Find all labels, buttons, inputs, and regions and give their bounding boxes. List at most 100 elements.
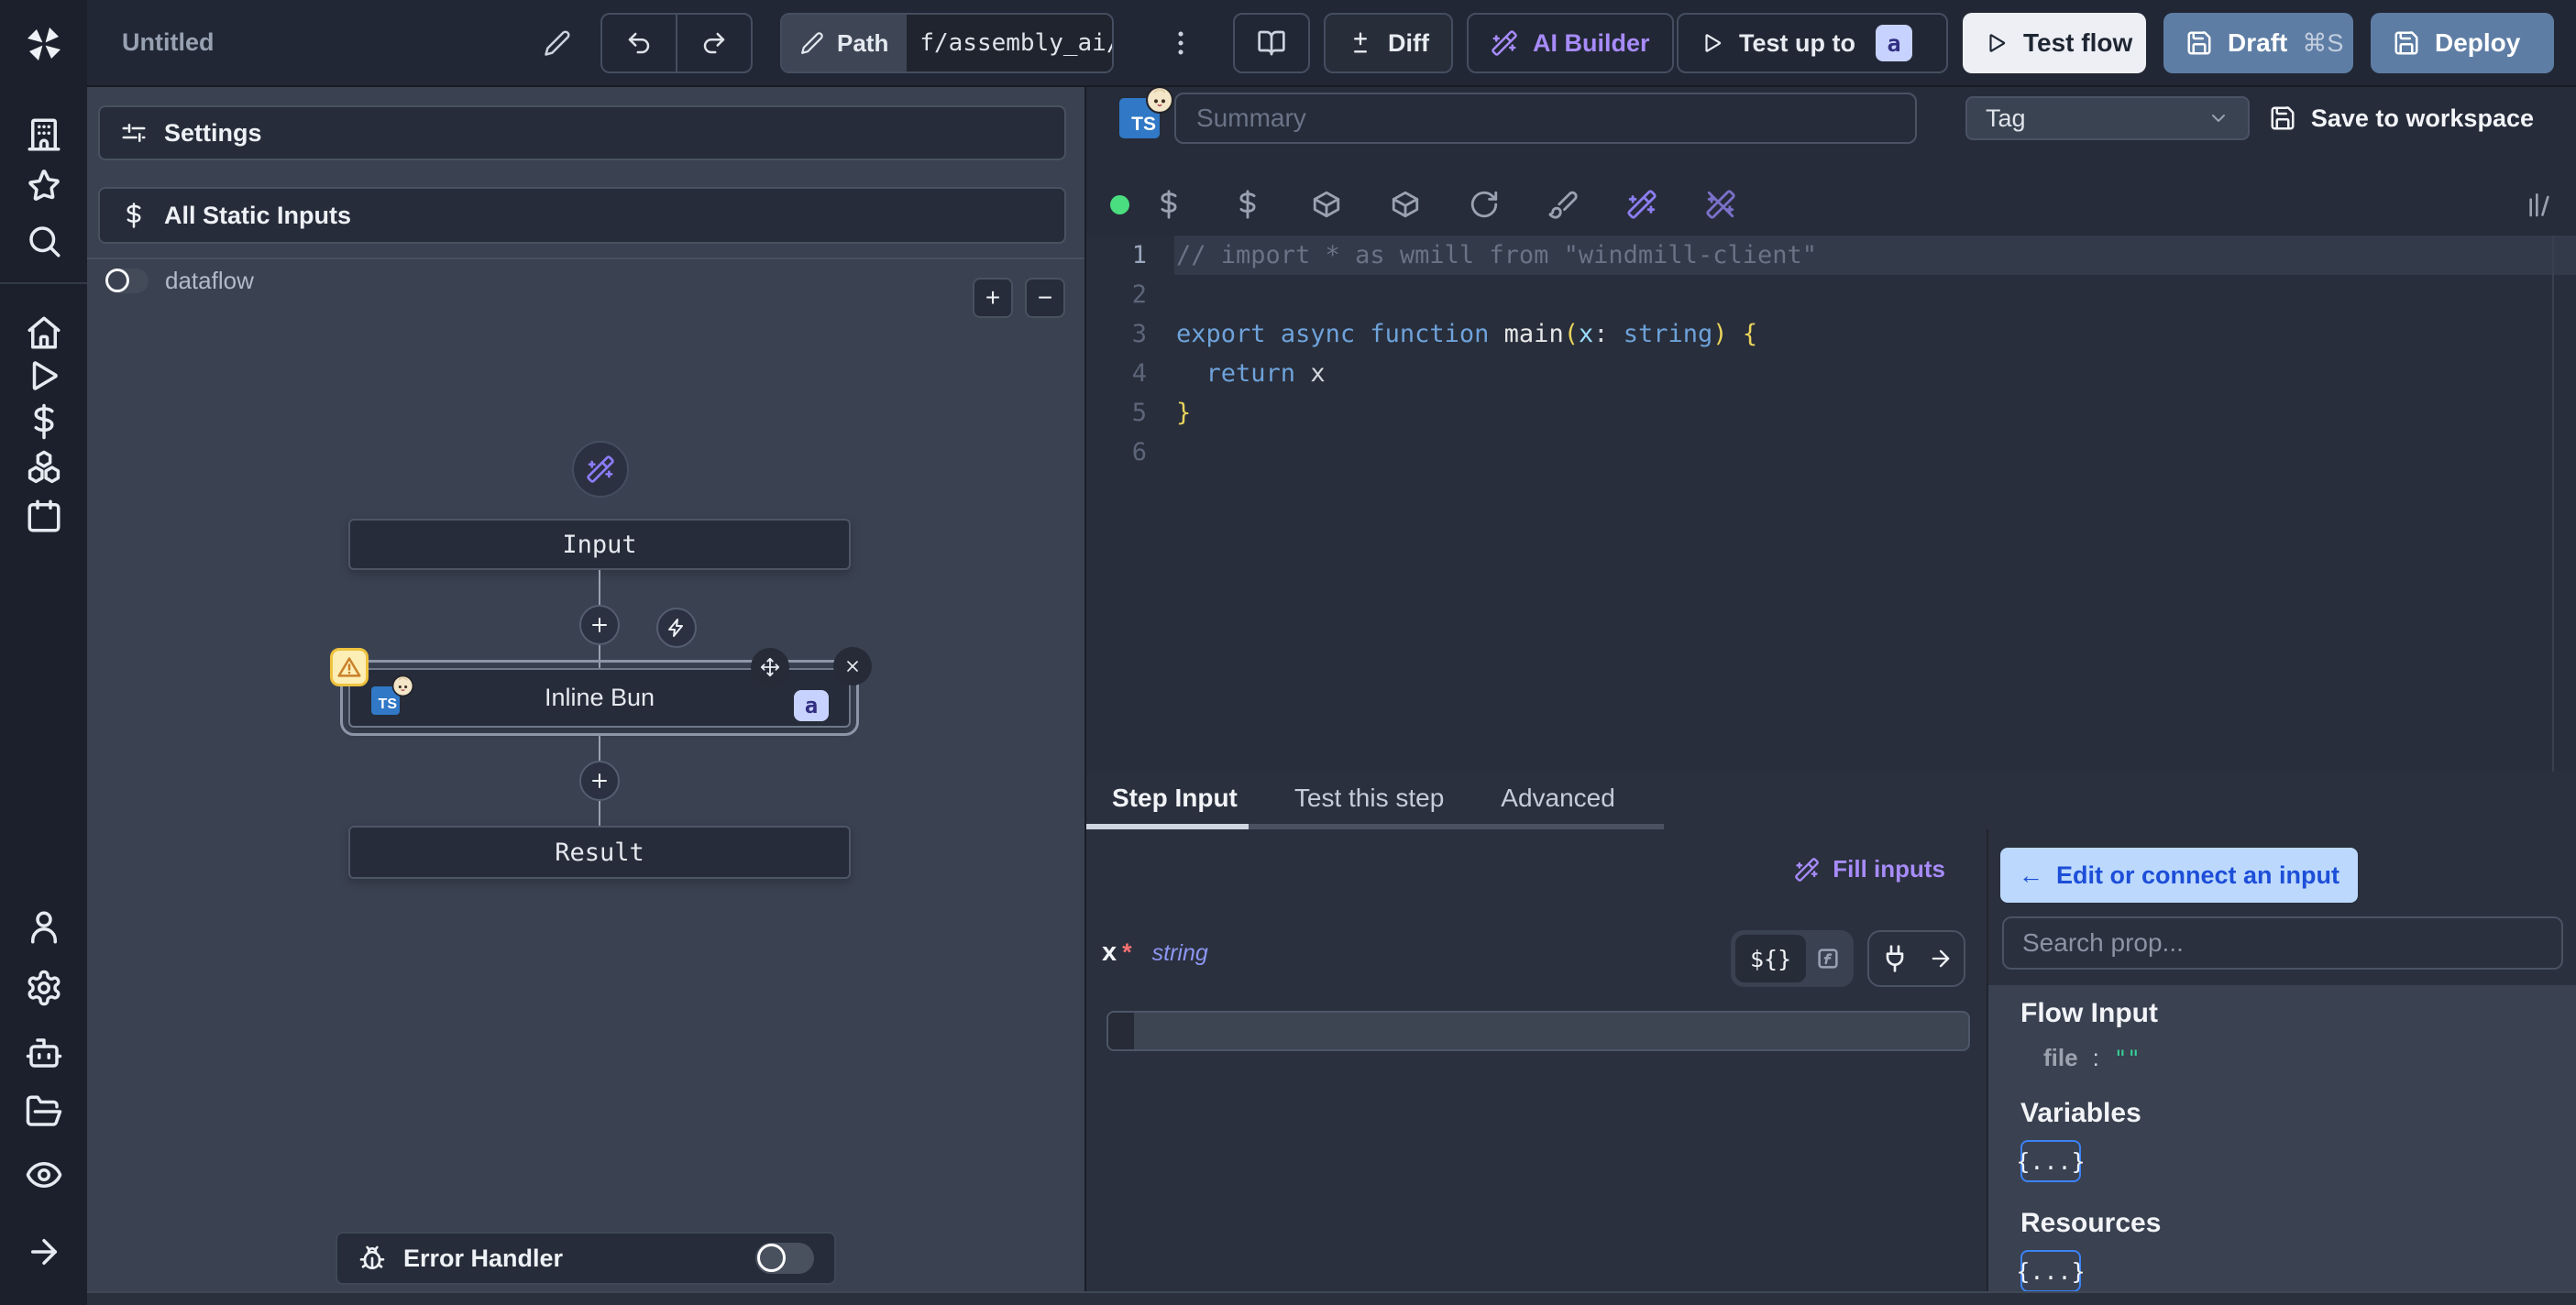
move-icon — [760, 657, 780, 677]
argument-value-input[interactable] — [1106, 1011, 1970, 1051]
sidebar-item-resources[interactable] — [23, 446, 65, 488]
apply-button[interactable] — [1928, 946, 1954, 971]
summary-input[interactable] — [1174, 93, 1917, 144]
code-line[interactable]: 5} — [1086, 393, 2576, 433]
deploy-button[interactable]: Deploy — [2371, 13, 2554, 73]
sidebar-item-ai[interactable] — [23, 1032, 65, 1074]
sidebar-item-workspace[interactable] — [23, 114, 65, 156]
editor-toolbar — [1086, 173, 2576, 236]
package-button[interactable] — [1287, 173, 1366, 236]
add-variable-button[interactable] — [1129, 173, 1208, 236]
sidebar-item-search[interactable] — [23, 220, 65, 262]
code-editor[interactable]: 1 // import * as wmill from "windmill-cli… — [1086, 236, 2576, 772]
delete-step-button[interactable] — [833, 647, 872, 685]
cubes-icon — [25, 448, 63, 487]
redo-button[interactable] — [676, 15, 751, 71]
save-icon — [2269, 104, 2296, 132]
ai-builder-button[interactable]: AI Builder — [1467, 13, 1674, 73]
book-icon — [1257, 28, 1286, 58]
sidebar-item-audit[interactable] — [23, 1154, 65, 1196]
library-button[interactable] — [2525, 173, 2554, 236]
ai-assist-button[interactable] — [1602, 173, 1681, 236]
tab-advanced[interactable]: Advanced — [1501, 784, 1615, 813]
sidebar-item-folders[interactable] — [23, 1091, 65, 1133]
function-mode-button[interactable] — [1806, 945, 1849, 972]
editor-overview-ruler[interactable] — [2552, 236, 2576, 772]
expression-mode-button[interactable]: ${} — [1735, 935, 1807, 982]
tab-test-this-step[interactable]: Test this step — [1294, 784, 1444, 813]
left-arrow-icon: ← — [2019, 861, 2043, 889]
resources-object-chip[interactable]: {...} — [2016, 1250, 2086, 1292]
sidebar-item-schedules[interactable] — [23, 495, 65, 537]
move-step-button[interactable] — [751, 648, 789, 686]
code-line[interactable]: 3 export async function main(x: string) { — [1086, 314, 2576, 354]
more-menu-button[interactable] — [1159, 13, 1203, 73]
undo-button[interactable] — [602, 15, 676, 71]
reload-button[interactable] — [1445, 173, 1524, 236]
ai-flow-button[interactable] — [572, 441, 629, 498]
error-handler-row: Error Handler — [336, 1232, 836, 1285]
error-handler-toggle[interactable] — [755, 1243, 814, 1274]
docs-button[interactable] — [1233, 13, 1310, 73]
tab-step-input[interactable]: Step Input — [1112, 784, 1238, 813]
flow-input-row[interactable]: file : "" — [2043, 1044, 2576, 1072]
undo-icon — [625, 29, 653, 57]
edit-or-connect-button[interactable]: ← Edit or connect an input — [2000, 848, 2358, 903]
sidebar-item-runs[interactable] — [23, 355, 65, 397]
flow-node-input[interactable]: Input — [348, 519, 851, 570]
flow-settings-button[interactable]: Settings — [98, 105, 1066, 160]
variables-object-chip[interactable]: {...} — [2016, 1140, 2086, 1182]
diff-button[interactable]: Diff — [1324, 13, 1453, 73]
sliders-icon — [120, 119, 148, 147]
plug-button[interactable] — [1880, 944, 1910, 973]
save-to-workspace-button[interactable]: Save to workspace — [2269, 87, 2534, 149]
sidebar-item-home[interactable] — [23, 312, 65, 354]
draft-label: Draft — [2228, 28, 2288, 57]
add-step-button[interactable] — [579, 605, 620, 645]
fill-inputs-button[interactable]: Fill inputs — [1794, 855, 1945, 883]
magic-wand-off-icon — [1705, 189, 1736, 220]
add-resource-button[interactable] — [1208, 173, 1287, 236]
sidebar-item-users[interactable] — [23, 906, 65, 949]
draft-button[interactable]: Draft ⌘S — [2163, 13, 2353, 73]
dataflow-toggle[interactable] — [105, 269, 149, 293]
zoom-out-button[interactable]: − — [1025, 278, 1065, 318]
code-line[interactable]: 6 — [1086, 433, 2576, 472]
all-static-inputs-button[interactable]: All Static Inputs — [98, 187, 1066, 244]
toggle-knob — [757, 1244, 786, 1272]
dollar-icon — [120, 202, 148, 229]
argument-type: string — [1151, 940, 1208, 966]
code-line[interactable]: 4 return x — [1086, 354, 2576, 393]
plus-icon — [589, 614, 611, 636]
prop-search-input[interactable] — [2002, 916, 2563, 970]
add-step-button[interactable] — [579, 761, 620, 801]
edit-title-button[interactable] — [530, 13, 585, 73]
argument-name: x — [1102, 938, 1117, 967]
flow-node-result[interactable]: Result — [348, 826, 851, 879]
variables-title: Variables — [2020, 1098, 2141, 1128]
trigger-button[interactable] — [656, 608, 697, 648]
tag-select[interactable]: Tag — [1965, 96, 2250, 140]
zoom-in-button[interactable]: + — [973, 278, 1013, 318]
test-up-to-button[interactable]: Test up to a — [1677, 13, 1948, 73]
sidebar-item-variables[interactable] — [23, 400, 65, 443]
sidebar-expand-button[interactable] — [23, 1231, 65, 1273]
step-label: Inline Bun — [544, 684, 655, 711]
pencil-icon — [544, 29, 571, 57]
format-button[interactable] — [1524, 173, 1602, 236]
code-line[interactable]: 2 — [1086, 275, 2576, 314]
toggle-knob — [105, 269, 129, 292]
sidebar-item-favorites[interactable] — [23, 165, 65, 207]
package-lock-button[interactable] — [1366, 173, 1445, 236]
tag-label: Tag — [1986, 104, 2026, 132]
ai-assist-off-button[interactable] — [1681, 173, 1760, 236]
edge-connector — [599, 801, 600, 826]
windmill-logo[interactable] — [0, 0, 87, 87]
line-number: 6 — [1131, 438, 1147, 466]
test-flow-button[interactable]: Test flow — [1963, 13, 2146, 73]
code-line[interactable]: 1 // import * as wmill from "windmill-cli… — [1086, 236, 2576, 275]
sidebar-item-settings[interactable] — [23, 967, 65, 1009]
path-button[interactable]: Path f/assembly_ai/ — [780, 13, 1114, 73]
colon: : — [2092, 1044, 2099, 1071]
diff-label: Diff — [1388, 28, 1429, 57]
